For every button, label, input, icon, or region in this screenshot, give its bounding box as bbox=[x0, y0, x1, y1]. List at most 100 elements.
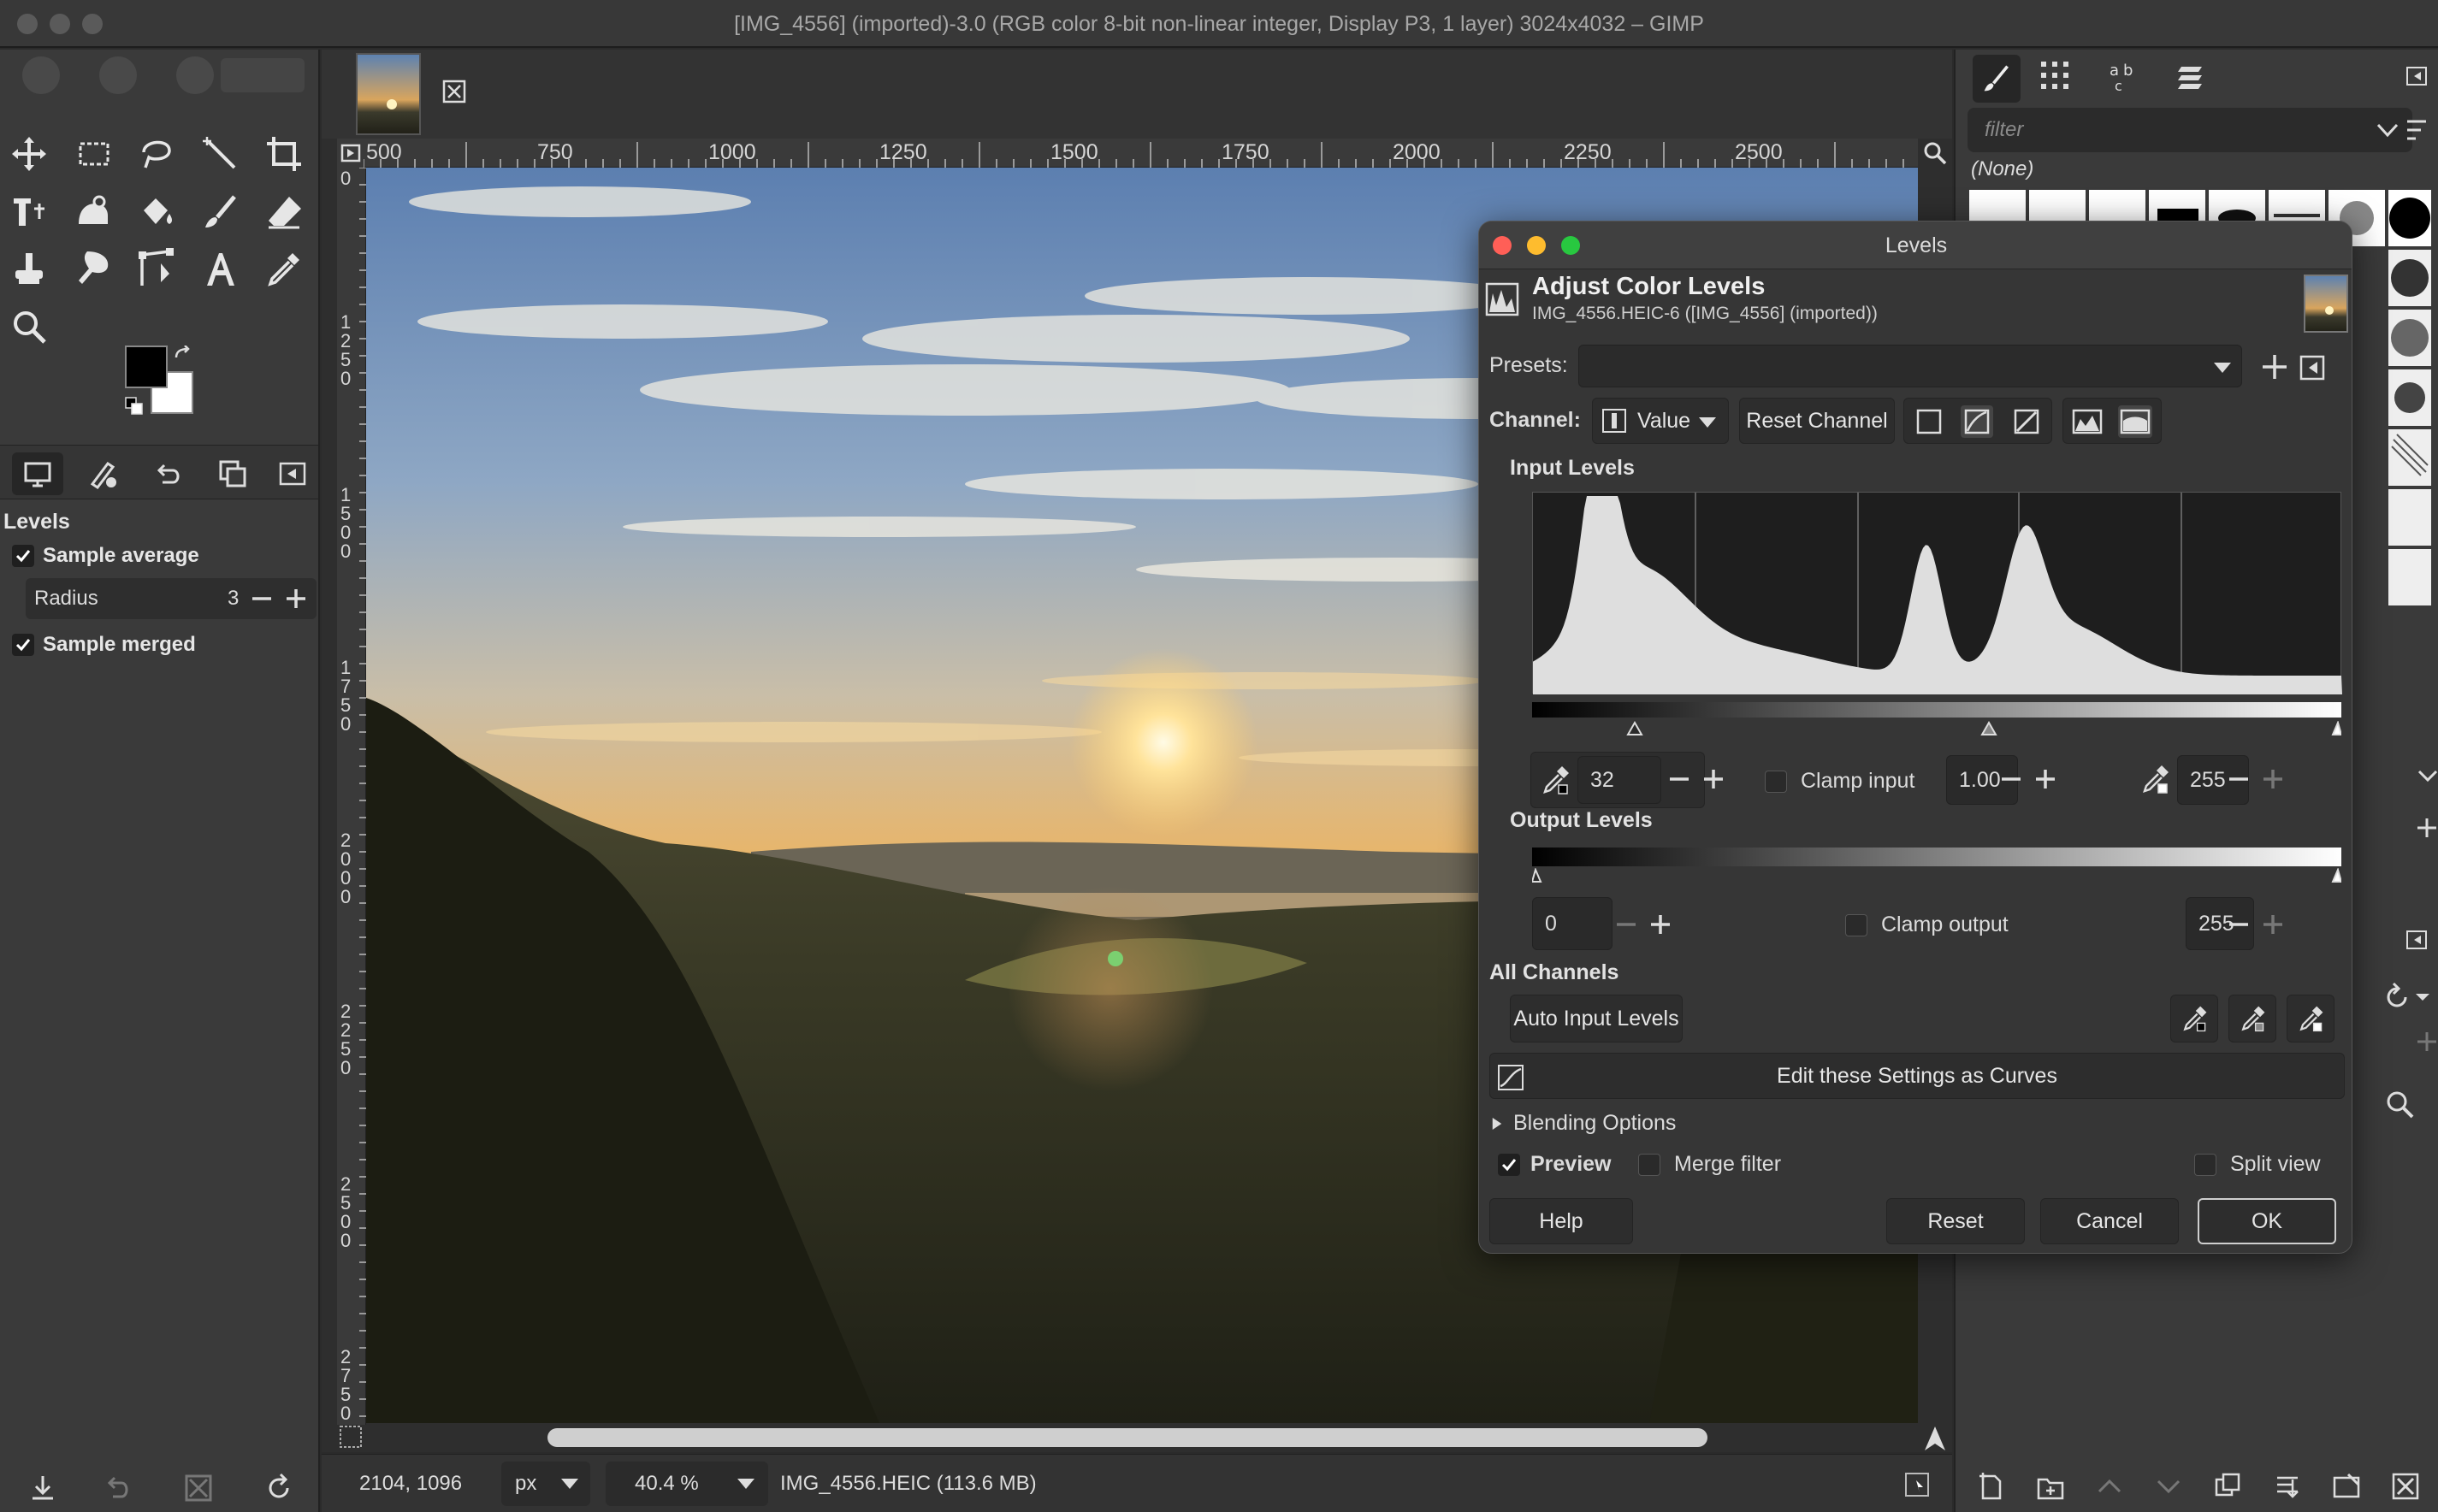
new-layer-icon[interactable] bbox=[1976, 1471, 2007, 1502]
reset-channel-button[interactable]: Reset Channel bbox=[1739, 398, 1895, 444]
bucket-fill-icon[interactable] bbox=[130, 186, 181, 238]
brush-filter-input[interactable]: filter bbox=[1968, 108, 2412, 152]
auto-input-levels-button[interactable]: Auto Input Levels bbox=[1510, 995, 1683, 1042]
lower-layer-icon[interactable] bbox=[2153, 1471, 2184, 1502]
preview-toggle[interactable]: Preview bbox=[1498, 1152, 1612, 1177]
preview-checkbox[interactable] bbox=[1498, 1153, 1520, 1176]
pick-all-black-point-icon[interactable] bbox=[2170, 995, 2218, 1042]
paths-icon[interactable] bbox=[130, 243, 181, 294]
log-scale-icon[interactable] bbox=[2010, 405, 2043, 438]
cancel-button[interactable]: Cancel bbox=[2040, 1198, 2179, 1244]
levels-maximize-button[interactable] bbox=[1561, 236, 1580, 255]
sample-average-toggle[interactable]: Sample average bbox=[12, 544, 199, 568]
pick-all-gray-point-icon[interactable] bbox=[2228, 995, 2276, 1042]
pick-all-white-point-icon[interactable] bbox=[2287, 995, 2334, 1042]
logarithmic-histogram-icon[interactable] bbox=[2118, 405, 2152, 438]
configure-tab-icon[interactable] bbox=[275, 452, 310, 495]
horizontal-scrollbar[interactable] bbox=[547, 1428, 1707, 1447]
blending-options-expander[interactable]: Blending Options bbox=[1491, 1111, 1676, 1136]
channel-combo[interactable]: Value bbox=[1592, 398, 1729, 444]
linear-scale-icon[interactable] bbox=[1913, 405, 1945, 438]
images-tab[interactable] bbox=[207, 452, 258, 495]
split-view-checkbox[interactable] bbox=[2194, 1153, 2216, 1176]
rect-select-icon[interactable] bbox=[68, 128, 120, 180]
zoom-follow-icon[interactable] bbox=[1920, 1423, 1950, 1454]
sample-merged-toggle[interactable]: Sample merged bbox=[12, 633, 196, 657]
clamp-output-checkbox[interactable] bbox=[1845, 913, 1867, 936]
device-status-tab[interactable] bbox=[77, 452, 128, 495]
delete-layer-icon[interactable] bbox=[2390, 1471, 2421, 1502]
reset-button[interactable]: Reset bbox=[1886, 1198, 2025, 1244]
free-select-icon[interactable] bbox=[130, 128, 181, 180]
merge-filter-toggle[interactable]: Merge filter bbox=[1638, 1152, 1781, 1177]
unit-selector[interactable]: px bbox=[501, 1462, 590, 1506]
output-low-handle[interactable] bbox=[1532, 868, 1542, 883]
smudge-icon[interactable] bbox=[68, 243, 120, 294]
paintbrush-icon[interactable] bbox=[195, 186, 246, 238]
crop-icon[interactable] bbox=[258, 128, 310, 180]
rotate-dropdown-icon[interactable] bbox=[2383, 980, 2435, 1014]
gamma-handle[interactable] bbox=[1980, 721, 1997, 735]
clone-icon[interactable] bbox=[3, 243, 55, 294]
default-colors-icon[interactable] bbox=[125, 397, 144, 416]
eraser-icon[interactable] bbox=[258, 186, 310, 238]
gamma-scale-icon[interactable] bbox=[1961, 405, 1993, 438]
sample-merged-checkbox[interactable] bbox=[12, 634, 34, 656]
fuzzy-select-icon[interactable] bbox=[195, 128, 246, 180]
navigate-icon[interactable] bbox=[337, 1423, 364, 1450]
input-low-handle[interactable] bbox=[1626, 721, 1643, 735]
restore-tool-preset-icon[interactable] bbox=[101, 1471, 135, 1505]
dock-plus-icon-2[interactable] bbox=[2414, 1025, 2438, 1059]
input-high-plus[interactable] bbox=[2247, 753, 2299, 805]
warp-icon[interactable] bbox=[68, 186, 120, 238]
radius-value[interactable]: 3 bbox=[228, 587, 239, 611]
patterns-tab-icon[interactable] bbox=[2038, 58, 2079, 99]
duplicate-layer-icon[interactable] bbox=[2213, 1471, 2244, 1502]
clamp-output-toggle[interactable]: Clamp output bbox=[1845, 913, 2009, 937]
pick-white-point-icon[interactable] bbox=[2138, 762, 2172, 796]
delete-tool-preset-icon[interactable] bbox=[181, 1471, 216, 1505]
pick-black-point-icon[interactable] bbox=[1538, 763, 1572, 797]
dock-menu-icon[interactable] bbox=[2404, 63, 2429, 89]
text-icon[interactable] bbox=[195, 243, 246, 294]
pointer-info-icon[interactable] bbox=[1904, 1472, 1930, 1497]
unified-transform-icon[interactable] bbox=[3, 186, 55, 238]
clamp-input-checkbox[interactable] bbox=[1765, 770, 1787, 793]
output-high-handle[interactable] bbox=[2331, 868, 2341, 883]
radius-increment-button[interactable] bbox=[279, 573, 313, 624]
merge-filter-checkbox[interactable] bbox=[1638, 1153, 1660, 1176]
merge-down-icon[interactable] bbox=[2272, 1471, 2303, 1502]
tool-options-tab[interactable] bbox=[12, 452, 63, 495]
foreground-color-swatch[interactable] bbox=[125, 346, 168, 388]
radius-spinscale[interactable]: Radius 3 bbox=[26, 578, 317, 619]
filter-options-icon[interactable] bbox=[2404, 115, 2429, 145]
presets-combo[interactable] bbox=[1578, 345, 2242, 387]
zoom-icon[interactable] bbox=[3, 301, 55, 352]
presets-menu-icon[interactable] bbox=[2299, 353, 2328, 382]
fonts-tab-icon[interactable]: abc bbox=[2106, 58, 2147, 99]
input-low-decrement[interactable] bbox=[1613, 754, 1648, 806]
split-view-toggle[interactable]: Split view bbox=[2194, 1152, 2321, 1177]
tool-presets-tab-icon[interactable] bbox=[2175, 58, 2216, 99]
dock-menu-icon-2[interactable] bbox=[2404, 927, 2429, 953]
levels-close-button[interactable] bbox=[1493, 236, 1512, 255]
image-tab-thumbnail[interactable] bbox=[356, 53, 421, 135]
zoom-image-icon[interactable] bbox=[1920, 139, 1950, 168]
zoom-selector[interactable]: 40.4 % bbox=[606, 1462, 768, 1506]
help-button[interactable]: Help bbox=[1489, 1198, 1633, 1244]
color-picker-icon[interactable] bbox=[258, 243, 310, 294]
dock-plus-icon[interactable] bbox=[2414, 811, 2438, 845]
output-high-plus[interactable] bbox=[2247, 899, 2299, 950]
reset-tool-options-icon[interactable] bbox=[262, 1471, 296, 1505]
linear-histogram-icon[interactable] bbox=[2070, 405, 2104, 438]
clamp-input-toggle[interactable]: Clamp input bbox=[1765, 769, 1914, 794]
edit-as-curves-button[interactable]: Edit these Settings as Curves bbox=[1489, 1053, 2345, 1099]
close-image-tab-icon[interactable] bbox=[441, 79, 467, 104]
output-low-plus[interactable] bbox=[1635, 899, 1686, 950]
new-group-icon[interactable] bbox=[2035, 1471, 2066, 1502]
quick-mask-toggle[interactable] bbox=[337, 139, 364, 168]
radius-decrement-button[interactable] bbox=[245, 573, 279, 624]
output-level-sliders[interactable] bbox=[1532, 868, 2341, 885]
save-tool-preset-icon[interactable] bbox=[26, 1471, 60, 1505]
move-tool-icon[interactable] bbox=[3, 128, 55, 180]
